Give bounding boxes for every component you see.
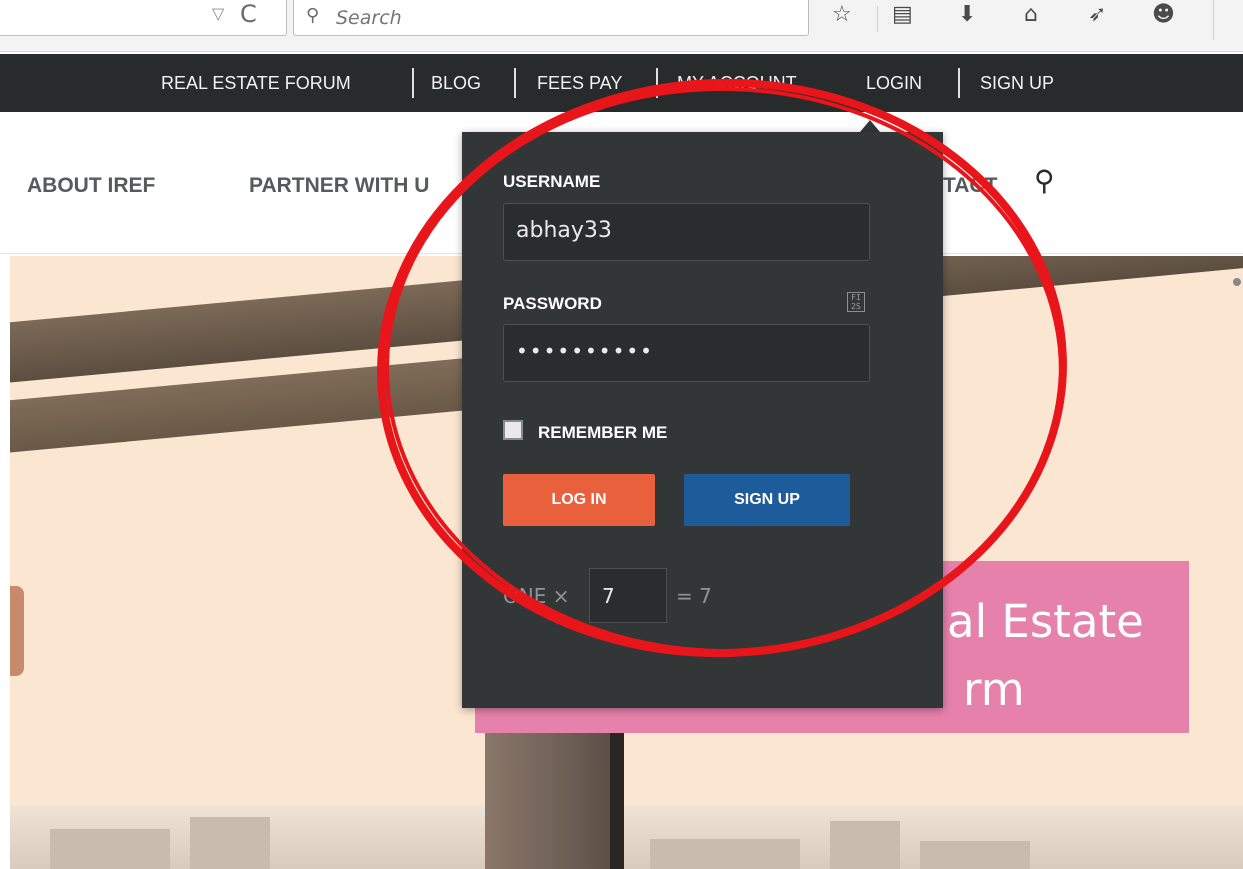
login-dropdown: USERNAME abhay33 PASSWORD FI 2S ••••••••… (462, 132, 943, 708)
nav-login[interactable]: LOGIN (866, 73, 922, 94)
nav-real-estate-forum[interactable]: REAL ESTATE FORUM (161, 73, 351, 94)
remember-me-checkbox[interactable] (503, 420, 523, 440)
search-input[interactable]: ⚲ Search (293, 0, 809, 36)
browser-toolbar: ▽ C ⚲ Search ☆ ▤ ⬇ ⌂ ➶ ☻ (0, 0, 1243, 52)
login-button[interactable]: LOG IN (503, 474, 655, 526)
search-icon: ⚲ (306, 5, 320, 25)
skyline-building (830, 821, 900, 869)
password-label: PASSWORD (503, 294, 602, 313)
reading-list-icon[interactable]: ▤ (892, 2, 913, 27)
nav-sign-up[interactable]: SIGN UP (980, 73, 1054, 94)
username-label: USERNAME (503, 172, 601, 191)
toolbar-divider (1213, 0, 1214, 40)
password-field[interactable]: •••••••••• (503, 324, 870, 382)
nav-separator (412, 68, 414, 98)
url-bar[interactable]: ▽ C (0, 0, 287, 36)
reload-icon[interactable]: C (240, 0, 257, 28)
captcha-suffix: = 7 (676, 584, 712, 608)
nav-fees-pay[interactable]: FEES PAY (537, 73, 622, 94)
nav-separator (656, 68, 658, 98)
search-placeholder: Search (336, 7, 402, 29)
signup-button[interactable]: SIGN UP (684, 474, 850, 526)
skyline-building (190, 817, 270, 869)
toolbar-divider (877, 6, 878, 32)
skyline-building (650, 839, 800, 869)
hello-icon[interactable]: ☻ (1152, 2, 1175, 27)
nav-blog[interactable]: BLOG (431, 73, 481, 94)
dropdown-pointer (860, 120, 880, 132)
hero-hand (10, 586, 24, 676)
home-icon[interactable]: ⌂ (1024, 2, 1038, 27)
bookmark-star-icon[interactable]: ☆ (832, 2, 852, 27)
slider-dot[interactable] (1233, 278, 1241, 286)
promo-line-1: al Estate (947, 595, 1144, 648)
remember-me-label[interactable]: REMEMBER ME (538, 423, 667, 443)
nav-contact[interactable]: TACT (943, 174, 997, 198)
nav-partner-with-us[interactable]: PARTNER WITH U (249, 174, 429, 198)
search-icon[interactable]: ⚲ (1034, 164, 1055, 197)
username-field[interactable]: abhay33 (503, 203, 870, 261)
top-navigation: REAL ESTATE FORUM BLOG FEES PAY MY ACCOU… (0, 54, 1243, 112)
skyline-building (920, 841, 1030, 869)
nav-about-iref[interactable]: ABOUT IREF (27, 174, 155, 198)
skyline-building (50, 829, 170, 869)
hero-skyline (10, 806, 1243, 869)
password-badge-text: FI 2S (851, 293, 861, 311)
captcha-prefix: ONE × (503, 584, 570, 608)
captcha-input[interactable]: 7 (589, 568, 667, 623)
promo-line-2: rm (963, 663, 1025, 716)
nav-my-account[interactable]: MY ACCOUNT (677, 73, 797, 94)
downloads-icon[interactable]: ⬇ (958, 2, 976, 27)
password-manager-icon[interactable]: FI 2S (847, 292, 865, 312)
nav-separator (514, 68, 516, 98)
share-icon[interactable]: ➶ (1088, 2, 1106, 27)
nav-separator (958, 68, 960, 98)
dropmarker-icon[interactable]: ▽ (212, 4, 224, 24)
